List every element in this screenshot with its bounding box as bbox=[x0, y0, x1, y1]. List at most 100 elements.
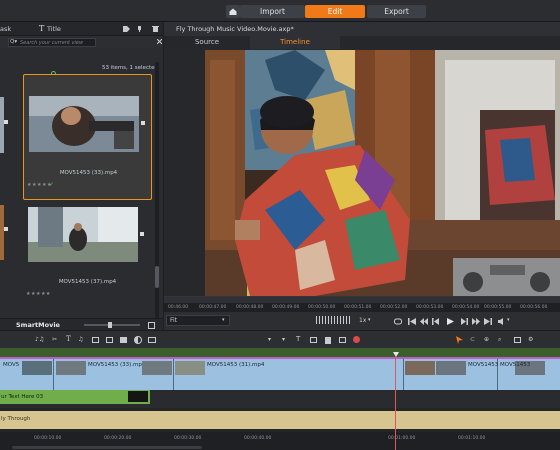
video-clip[interactable]: MOV51453 bbox=[498, 359, 560, 390]
record-voice-icon[interactable] bbox=[339, 337, 346, 343]
clip-label: MOV51453 (31).mp4 bbox=[207, 362, 265, 368]
chevron-down-icon[interactable]: ▾ bbox=[507, 317, 510, 323]
magnet-icon[interactable]: ⊂ bbox=[470, 336, 475, 343]
video-clip[interactable]: MOV51453 (33).mp4 bbox=[54, 359, 174, 390]
tab-timeline[interactable]: Timeline bbox=[250, 36, 340, 49]
edit-tab[interactable]: Edit bbox=[305, 5, 365, 18]
go-to-end-icon[interactable] bbox=[484, 318, 492, 325]
ruler-tick-label: 00:00:52.00 bbox=[380, 305, 408, 310]
item-count: 53 items, 1 selected bbox=[102, 65, 158, 71]
library-scrollbar-thumb[interactable] bbox=[155, 266, 159, 288]
tab-source[interactable]: Source bbox=[164, 36, 250, 49]
loop-icon[interactable] bbox=[394, 318, 402, 325]
audio-clip[interactable]: ly Through bbox=[0, 411, 560, 429]
jog-wheel[interactable] bbox=[316, 316, 350, 324]
zoom-icon[interactable]: ⌕ bbox=[498, 336, 501, 344]
clip-thumbnail-image bbox=[28, 207, 138, 262]
zoom-slider-handle[interactable] bbox=[108, 322, 112, 328]
chevron-down-icon: ▾ bbox=[222, 317, 225, 323]
import-tab[interactable]: Import bbox=[240, 5, 305, 18]
ruler-tick-label: 00:00:54.00 bbox=[452, 305, 480, 310]
ruler-tick-label: 00:46.00 bbox=[168, 305, 189, 310]
text-tool-icon[interactable]: T bbox=[296, 335, 300, 343]
player-tabs: Source Timeline bbox=[164, 36, 560, 49]
track-header-strip bbox=[0, 348, 560, 357]
close-icon[interactable] bbox=[157, 39, 162, 44]
home-icon bbox=[229, 8, 237, 15]
overlay-icon[interactable] bbox=[106, 337, 113, 343]
playhead-line[interactable] bbox=[395, 357, 396, 450]
speed-dropdown[interactable]: 1x bbox=[359, 317, 366, 324]
time-label: 00:00:30.00 bbox=[174, 436, 202, 441]
ripple-icon[interactable]: ⊕ bbox=[484, 336, 489, 343]
video-track: MOV5 MOV51453 (33).mp4 MOV51453 (31).mp4… bbox=[0, 348, 560, 390]
rating-stars[interactable]: ★★★★★ bbox=[26, 291, 51, 297]
smartmovie-button[interactable]: SmartMovie bbox=[16, 321, 60, 329]
pointer-tool-icon[interactable] bbox=[456, 336, 463, 344]
timeline-ruler[interactable]: 00:00:10.00 00:00:20.00 00:00:30.00 00:0… bbox=[0, 432, 560, 450]
clip-thumbnail-partial[interactable] bbox=[0, 97, 4, 153]
ruler-tick-label: 00:00:56.00 bbox=[520, 305, 548, 310]
title-track: ur Text Here 03 bbox=[0, 390, 560, 408]
video-clip[interactable]: MOV5 bbox=[0, 359, 54, 390]
clip-card[interactable]: MOV51453 (37).mp4 ★★★★★ bbox=[23, 204, 152, 314]
home-button[interactable] bbox=[226, 5, 240, 18]
step-back-icon[interactable] bbox=[432, 318, 440, 325]
volume-icon[interactable] bbox=[498, 318, 506, 325]
search-placeholder: Search your current view bbox=[20, 40, 84, 46]
video-clip[interactable]: MOV51453 (31).mp4 bbox=[174, 359, 404, 390]
align-icon[interactable]: ▾ bbox=[268, 336, 271, 343]
snapshot-icon[interactable] bbox=[310, 337, 317, 343]
go-to-start-icon[interactable] bbox=[408, 318, 416, 325]
clip-thumbnail-partial[interactable] bbox=[0, 205, 4, 260]
record-icon[interactable] bbox=[353, 336, 360, 343]
fit-dropdown[interactable]: Fit ▾ bbox=[166, 315, 230, 326]
clip-thumbnail bbox=[28, 207, 138, 262]
export-tab[interactable]: Export bbox=[367, 5, 426, 18]
monitor-icon[interactable] bbox=[514, 337, 521, 343]
maximize-icon[interactable] bbox=[148, 322, 155, 329]
top-nav-bar: Import Edit Export bbox=[0, 0, 560, 22]
search-icon: Q▾ bbox=[10, 39, 18, 45]
step-forward-icon[interactable] bbox=[460, 318, 468, 325]
clip-card-selected[interactable]: MOV51453 (33).mp4 ★★★★★ ✓ bbox=[23, 74, 152, 200]
video-clip[interactable]: MOV51453 bbox=[404, 359, 498, 390]
fit-dropdown-value: Fit bbox=[170, 317, 178, 324]
chevron-down-icon: ▾ bbox=[368, 317, 371, 323]
ruler-tick-label: 00:00:53.00 bbox=[416, 305, 444, 310]
zoom-slider[interactable] bbox=[84, 324, 140, 326]
audio-mixer-icon[interactable]: ♪♫ bbox=[35, 336, 44, 343]
timeline-toolbar: ♪♫ ✂ T ♫ ▾ ▾ T ⊂ ⊕ ⌕ ⚙ bbox=[0, 330, 560, 348]
preview-time-ruler[interactable]: 00:46.00 00:00:47.00 00:00:48.00 00:00:4… bbox=[164, 296, 560, 312]
rewind-icon[interactable] bbox=[420, 318, 428, 325]
scrub-bar[interactable] bbox=[164, 297, 560, 303]
timeline-scrollbar[interactable] bbox=[12, 446, 202, 449]
clip-thumbnail bbox=[56, 361, 86, 375]
audio-clip-label: ly Through bbox=[1, 416, 31, 422]
trash-icon[interactable] bbox=[152, 25, 159, 32]
tab-task[interactable]: ask bbox=[0, 25, 11, 33]
fast-forward-icon[interactable] bbox=[472, 318, 480, 325]
scissors-icon[interactable]: ✂ bbox=[52, 336, 57, 343]
title-clip[interactable]: ur Text Here 03 bbox=[0, 390, 150, 404]
title-icon[interactable]: T bbox=[66, 335, 71, 343]
delete-icon[interactable] bbox=[325, 337, 331, 344]
music-icon[interactable]: ♫ bbox=[78, 336, 83, 343]
tab-title[interactable]: Title bbox=[47, 25, 61, 33]
clip-thumbnail bbox=[29, 96, 139, 152]
storyboard-icon[interactable] bbox=[92, 337, 99, 343]
marker-icon[interactable] bbox=[120, 337, 127, 343]
folder-icon bbox=[4, 120, 8, 124]
tag-icon[interactable] bbox=[123, 26, 130, 32]
split-screen-icon[interactable] bbox=[148, 337, 156, 343]
color-icon[interactable] bbox=[134, 336, 142, 344]
pan-icon[interactable]: ▾ bbox=[282, 336, 285, 343]
clip-thumbnail bbox=[142, 361, 172, 375]
search-input[interactable]: Q▾ Search your current view bbox=[8, 38, 96, 47]
time-label: 00:00:20.00 bbox=[104, 436, 132, 441]
settings-icon[interactable]: ⚙ bbox=[528, 336, 533, 343]
folder-icon bbox=[4, 227, 8, 231]
pin-icon[interactable] bbox=[137, 26, 142, 32]
library-panel: ask T Title Q▾ Search your current view … bbox=[0, 22, 163, 330]
play-icon[interactable] bbox=[446, 318, 454, 325]
